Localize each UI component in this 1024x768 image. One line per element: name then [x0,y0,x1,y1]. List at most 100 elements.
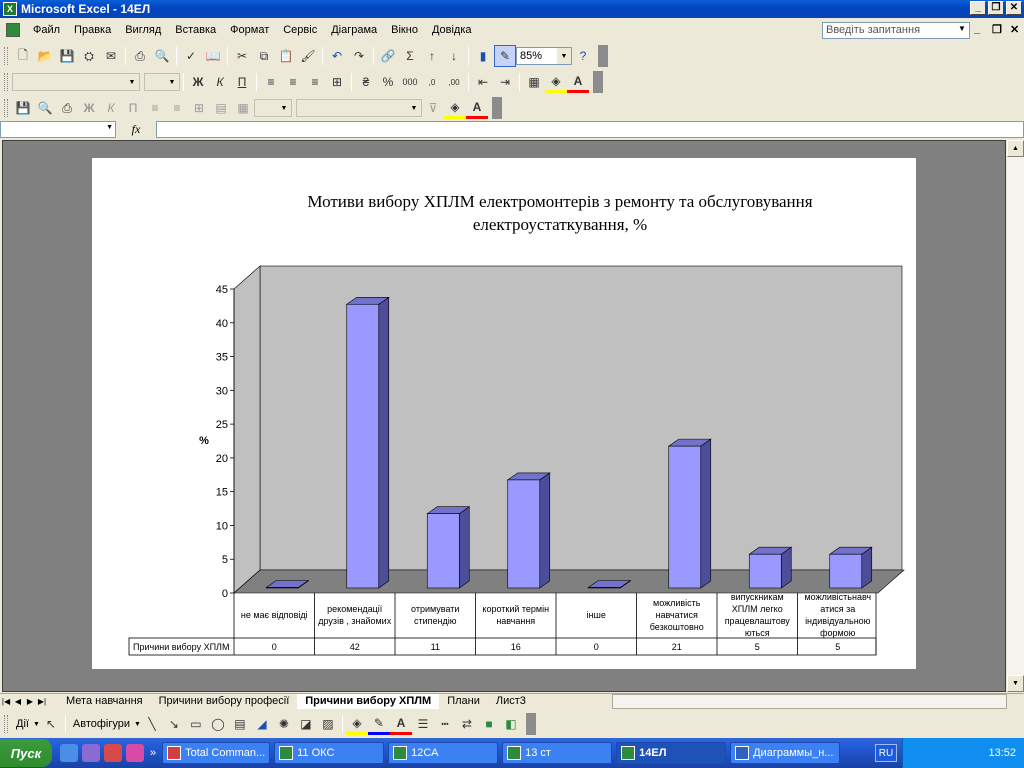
toolbar-grip[interactable] [4,99,8,117]
print-icon[interactable]: ⎙ [56,97,78,119]
prev-sheet-icon[interactable]: ◀ [12,697,24,706]
ask-question-input[interactable]: Введіть запитання [822,22,970,39]
ie-icon[interactable] [60,744,78,762]
save-icon[interactable]: 💾 [56,45,78,67]
filter-icon[interactable]: ⊽ [422,97,444,119]
merge-center-icon[interactable]: ⊞ [326,71,348,93]
textbox-icon[interactable]: ▤ [229,713,251,735]
align-center-icon[interactable]: ≡ [282,71,304,93]
minimize-button[interactable]: _ [970,1,986,15]
fill-color-icon[interactable]: ◈ [444,97,466,119]
next-sheet-icon[interactable]: ▶ [24,697,36,706]
toolbar-grip[interactable] [4,73,8,91]
ask-dropdown-icon[interactable]: ▼ [958,24,966,33]
sort-asc-icon[interactable]: ↑ [421,45,443,67]
actions-menu[interactable]: Дії [12,718,33,730]
scroll-up-icon[interactable]: ▲ [1007,140,1024,157]
currency-icon[interactable]: ₴ [355,71,377,93]
font-size-combo[interactable]: ▼ [144,73,180,91]
font-name-combo[interactable]: ▼ [12,73,140,91]
align-left-icon[interactable]: ≡ [144,97,166,119]
email-icon[interactable]: ✉ [100,45,122,67]
menu-tools[interactable]: Сервіс [276,24,324,36]
align-left-icon[interactable]: ≡ [260,71,282,93]
task-total-commander[interactable]: Total Comman... [162,742,271,764]
close-button[interactable]: ✕ [1006,1,1022,15]
merge-icon[interactable]: ⊞ [188,97,210,119]
first-sheet-icon[interactable]: |◀ [0,697,12,706]
start-button[interactable]: Пуск [0,739,52,767]
format-painter-icon[interactable]: 🖌 [297,45,319,67]
drawing-icon[interactable]: ✎ [494,45,516,67]
menu-insert[interactable]: Вставка [168,24,223,36]
clipart-icon[interactable]: ◪ [295,713,317,735]
zoom-dropdown-icon[interactable]: ▼ [557,48,571,64]
font-color-icon[interactable]: A [389,713,412,735]
rectangle-icon[interactable]: ▭ [185,713,207,735]
toolbar-options-icon[interactable] [492,97,502,119]
app-icon[interactable] [126,744,144,762]
borders-icon[interactable]: ▦ [523,71,545,93]
cut-icon[interactable]: ✂ [231,45,253,67]
arrow-icon[interactable]: ↘ [163,713,185,735]
comma-style-icon[interactable]: 000 [399,71,421,93]
chevron-down-icon[interactable]: ▼ [106,124,113,131]
menu-help[interactable]: Довідка [425,24,479,36]
restore-button[interactable]: ❐ [988,1,1004,15]
line-style-icon[interactable]: ☰ [412,713,434,735]
redo-icon[interactable]: ↷ [348,45,370,67]
menu-view[interactable]: Вигляд [118,24,168,36]
print-icon[interactable]: ⎙ [129,45,151,67]
app-icon[interactable] [104,744,122,762]
app-icon[interactable] [82,744,100,762]
doc-close-button[interactable]: ✕ [1010,23,1019,36]
line-icon[interactable]: ╲ [141,713,163,735]
sheet-tab-hplm[interactable]: Причини вибору ХПЛМ [297,694,440,709]
permission-icon[interactable]: ⛭ [78,45,100,67]
workbook-icon[interactable] [6,23,20,37]
fill-color-icon[interactable]: ◈ [545,71,567,93]
chart-wizard-icon[interactable]: ▮ [472,45,494,67]
doc-minimize-button[interactable]: _ [974,23,980,35]
more-icon[interactable]: » [150,747,156,759]
sheet-tab-plans[interactable]: Плани [439,694,488,709]
increase-decimal-icon[interactable]: ,0 [421,71,443,93]
picture-icon[interactable]: ▨ [317,713,339,735]
style-combo[interactable]: ▼ [254,99,292,117]
menu-format[interactable]: Формат [223,24,276,36]
sheet-tab-profession[interactable]: Причини вибору професії [151,694,298,709]
excel-app-icon[interactable]: X [3,2,17,16]
toolbar-options-icon[interactable] [593,71,603,93]
sheet-tab-goal[interactable]: Мета навчання [58,694,151,709]
save-icon[interactable]: 💾 [12,97,34,119]
doc-restore-button[interactable]: ❐ [992,23,1002,36]
object-combo[interactable]: ▼ [296,99,422,117]
last-sheet-icon[interactable]: ▶| [36,697,48,706]
italic-icon[interactable]: К [100,97,122,119]
menu-edit[interactable]: Правка [67,24,118,36]
wordart-icon[interactable]: ◢ [251,713,273,735]
toolbar-grip[interactable] [4,47,8,65]
diagram-icon[interactable]: ✺ [273,713,295,735]
table-icon[interactable]: ▤ [210,97,232,119]
font-color-icon[interactable]: A [466,97,488,119]
task-14-el[interactable]: 14ЕЛ [616,742,727,764]
task-diagrams[interactable]: Диаграммы_н... [730,742,841,764]
vertical-scrollbar[interactable]: ▲ ▼ [1007,140,1024,692]
language-indicator[interactable]: RU [875,744,897,762]
name-box[interactable]: ▼ [0,121,116,138]
chart-sheet[interactable]: Мотиви вибору ХПЛМ електромонтерів з рем… [92,158,916,669]
new-icon[interactable]: 🗋 [12,45,34,67]
autosum-icon[interactable]: Σ [399,45,421,67]
paste-icon[interactable]: 📋 [275,45,297,67]
task-12-sa[interactable]: 12СА [388,742,499,764]
shadow-icon[interactable]: ■ [478,713,500,735]
toolbar-options-icon[interactable] [525,713,536,735]
underline-icon[interactable]: П [231,71,253,93]
zoom-combo[interactable]: 85% ▼ [516,47,572,65]
increase-indent-icon[interactable]: ⇥ [494,71,516,93]
open-icon[interactable]: 📂 [34,45,56,67]
scroll-down-icon[interactable]: ▼ [1007,675,1024,692]
menu-file[interactable]: Файл [26,24,67,36]
percent-icon[interactable]: % [377,71,399,93]
